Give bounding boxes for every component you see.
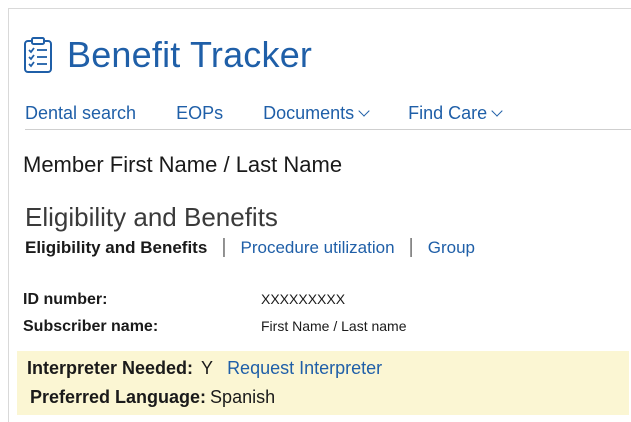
sub-tabs: Eligibility and Benefits | Procedure uti… [25,236,475,259]
id-number-value: XXXXXXXXX [261,291,346,307]
interpreter-needed-value: Y [201,358,214,378]
chevron-down-icon [491,105,503,117]
tab-eligibility-and-benefits[interactable]: Eligibility and Benefits [25,238,207,258]
subscriber-name-value: First Name / Last name [261,318,407,334]
id-number-row: ID number: XXXXXXXXX [23,291,345,309]
chevron-down-icon [358,105,370,117]
member-name: Member First Name / Last Name [23,152,343,177]
tab-procedure-utilization[interactable]: Procedure utilization [241,238,395,258]
section-title: Eligibility and Benefits [25,202,278,232]
interpreter-panel: Interpreter Needed: Y Request Interprete… [17,351,629,415]
subscriber-name-label: Subscriber name: [23,318,159,335]
app-title: Benefit Tracker [67,34,313,75]
app-frame: Benefit Tracker Dental search EOPs Docum… [8,8,631,422]
nav-item-label: Documents [263,102,355,123]
checklist-icon [23,36,53,74]
nav-item-eops[interactable]: EOPs [176,103,223,124]
preferred-language-label: Preferred Language: [30,387,207,407]
main-nav: Dental search EOPs Documents Find Care [25,97,631,130]
nav-item-label: EOPs [176,102,224,123]
nav-item-find-care[interactable]: Find Care [408,102,503,124]
tab-separator: | [221,236,227,258]
nav-item-label: Find Care [408,102,488,123]
nav-item-dental-search[interactable]: Dental search [25,103,136,124]
request-interpreter-link[interactable]: Request Interpreter [227,358,382,379]
preferred-language-value: Spanish [210,387,276,407]
nav-item-label: Dental search [25,102,137,123]
interpreter-needed-label: Interpreter Needed: [27,358,194,378]
app-header: Benefit Tracker [23,27,312,83]
tab-separator: | [408,236,414,258]
preferred-language-row: Preferred Language: Spanish [30,387,275,408]
nav-item-documents[interactable]: Documents [263,102,370,124]
subscriber-name-row: Subscriber name: First Name / Last name [23,318,407,336]
id-number-label: ID number: [23,291,108,308]
tab-group[interactable]: Group [428,238,475,258]
interpreter-needed-row: Interpreter Needed: Y Request Interprete… [27,358,382,379]
